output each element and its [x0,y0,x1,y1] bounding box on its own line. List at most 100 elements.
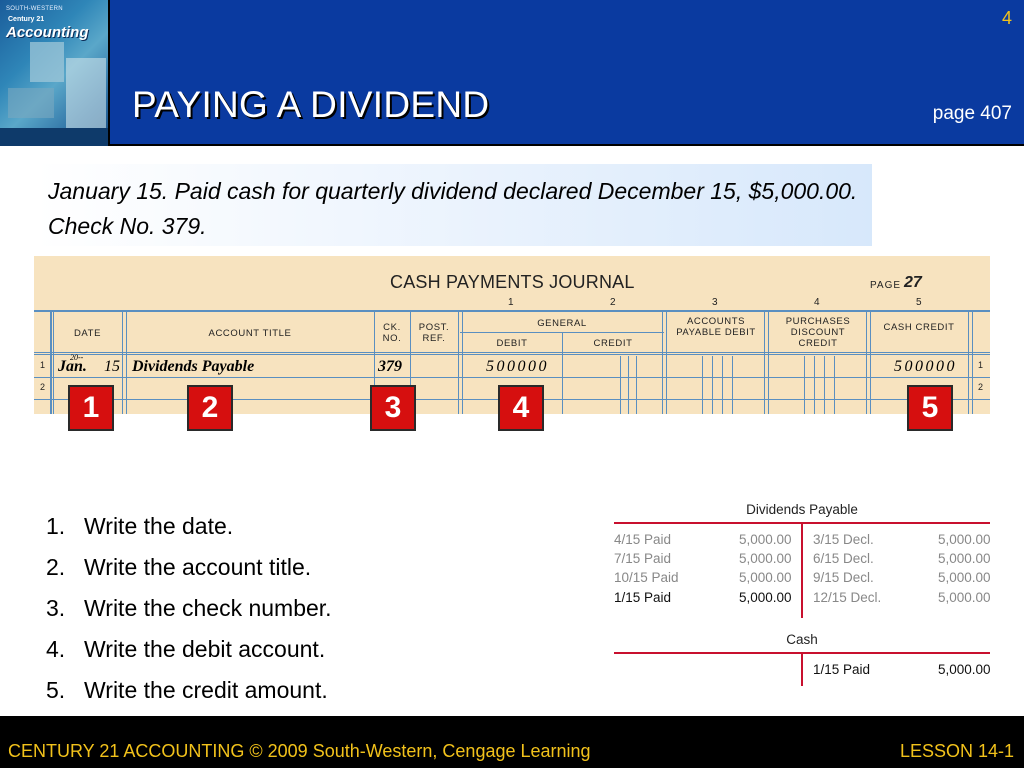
header-general: GENERAL [537,318,587,329]
slide-number: 4 [1001,8,1012,28]
journal-rule [562,332,563,414]
line-number: 1 [40,360,46,370]
entry-day: 15 [104,358,120,375]
book-brand: Accounting [6,24,89,41]
callout-badge-3: 3 [370,385,416,431]
t-debit-amount: 5,000.00 [739,590,792,605]
entry-general-debit: 500000 [486,358,549,375]
slide-header: SOUTH-WESTERN Century 21 Accounting PAYI… [0,0,1024,146]
journal-page-label: PAGE [870,280,902,291]
entry-cash-credit: 500000 [894,358,957,375]
journal-rule [50,312,52,414]
journal-rule [122,312,123,414]
journal-rule [34,354,990,355]
book-small-text: SOUTH-WESTERN [6,6,63,12]
step-item: 2. Write the account title. [46,547,332,588]
step-text: Write the debit account. [84,636,326,662]
journal-rule [870,312,871,414]
column-number: 4 [814,297,820,308]
header-general-debit: DEBIT [496,338,528,349]
header-date: DATE [73,328,102,339]
steps-list: 1. Write the date. 2. Write the account ti… [46,506,332,711]
line-number: 2 [978,382,984,392]
step-item: 1. Write the date. [46,506,332,547]
slide-title: PAYING A DIVIDEND [132,84,490,125]
transaction-box: January 15. Paid cash for quarterly divi… [36,164,872,246]
textbook-cover-image: SOUTH-WESTERN Century 21 Accounting [0,0,110,146]
journal-rule [34,310,990,312]
header-account-title: ACCOUNT TITLE [208,328,292,339]
t-debit-amount: 5,000.00 [739,570,792,585]
journal-page-number: 27 [904,274,922,291]
entry-month: Jan. [58,358,87,375]
callout-badge-1: 1 [68,385,114,431]
header-accounts-payable-debit: ACCOUNTS PAYABLE DEBIT [676,316,756,338]
callout-badge-5: 5 [907,385,953,431]
footer-lesson: LESSON 14-1 [899,741,1014,761]
footer-copyright: CENTURY 21 ACCOUNTING © 2009 South-Weste… [8,741,591,761]
column-number: 1 [508,297,514,308]
transaction-text: January 15. Paid cash for quarterly divi… [48,178,858,239]
header-purchases-discount-credit: PURCHASES DISCOUNT CREDIT [785,316,851,349]
t-account-title: Dividends Payable [746,502,858,517]
t-debit-date: 1/15 Paid [614,590,672,605]
journal-rule [768,312,769,414]
slide-footer: CENTURY 21 ACCOUNTING © 2009 South-Weste… [0,716,1024,768]
t-credit-amount: 5,000.00 [938,590,991,605]
column-number: 5 [916,297,922,308]
journal-title: CASH PAYMENTS JOURNAL [390,272,635,292]
header-general-credit: CREDIT [593,338,633,349]
t-debit-amount: 5,000.00 [739,532,792,547]
t-account-cash: Cash 1/15 Paid 5,000.00 [614,630,991,688]
journal-rule [458,312,459,414]
header-ck-no: CK. NO. [382,322,402,344]
journal-rule [764,312,765,414]
page-reference: page 407 [932,103,1012,124]
step-text: Write the date. [84,513,234,539]
step-item: 3. Write the check number. [46,588,332,629]
t-account-dividends-payable: Dividends Payable 4/15 Paid 5,000.00 7/1… [614,500,991,620]
t-credit-amount: 5,000.00 [938,532,991,547]
step-number: 5. [46,677,66,703]
entry-account-title: Dividends Payable [132,358,255,375]
journal-rule [866,312,867,414]
column-number: 2 [610,297,616,308]
t-credit-date: 9/15 Decl. [813,570,874,585]
t-debit-date: 7/15 Paid [614,551,672,566]
step-number: 4. [46,636,66,662]
header-cash-credit: CASH CREDIT [883,322,955,333]
step-text: Write the check number. [84,595,332,621]
t-credit-amount: 5,000.00 [938,662,991,677]
step-item: 4. Write the debit account. [46,629,332,670]
journal-rule [34,377,990,378]
step-number: 3. [46,595,66,621]
t-credit-date: 6/15 Decl. [813,551,874,566]
callout-badge-4: 4 [498,385,544,431]
entry-check-number: 379 [378,358,402,375]
t-credit-date: 1/15 Paid [813,662,871,677]
t-credit-amount: 5,000.00 [938,551,991,566]
journal-rule [34,352,990,353]
journal-rule [666,312,667,414]
step-text: Write the account title. [84,554,312,580]
t-credit-date: 12/15 Decl. [813,590,882,605]
journal-rule [972,312,973,414]
header-post-ref: POST. REF. [418,322,450,344]
t-credit-date: 3/15 Decl. [813,532,874,547]
t-debit-date: 4/15 Paid [614,532,672,547]
line-number: 1 [978,360,984,370]
t-debit-date: 10/15 Paid [614,570,679,585]
book-series: Century 21 [8,16,45,23]
t-account-title: Cash [786,632,818,647]
column-number: 3 [712,297,718,308]
callout-badge-2: 2 [187,385,233,431]
journal-rule [662,312,663,414]
step-text: Write the credit amount. [84,677,328,703]
step-number: 1. [46,513,66,539]
step-item: 5. Write the credit amount. [46,670,332,711]
journal-rule [968,312,969,414]
t-credit-amount: 5,000.00 [938,570,991,585]
line-number: 2 [40,382,46,392]
t-debit-amount: 5,000.00 [739,551,792,566]
step-number: 2. [46,554,66,580]
